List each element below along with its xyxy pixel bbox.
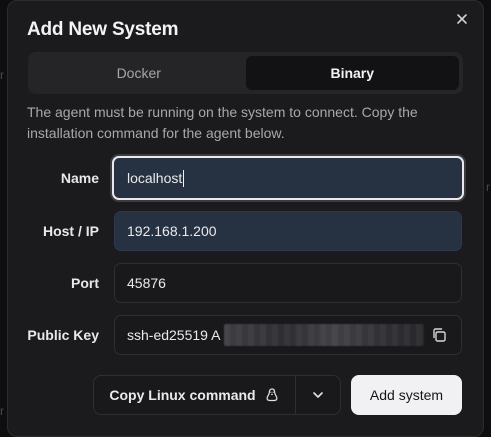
tab-docker[interactable]: Docker [32,56,246,90]
redacted-key-blur [224,324,425,346]
chevron-down-icon [313,392,323,398]
copy-command-label: Copy Linux command [109,387,256,403]
copy-command-menu-button[interactable] [296,376,340,414]
name-label: Name [60,170,99,186]
host-field[interactable]: 192.168.1.200 [114,211,462,251]
text-caret [183,169,185,187]
host-row: Host / IP 192.168.1.200 [8,211,485,251]
linux-tux-icon [266,388,278,402]
backdrop-text: r [0,68,4,82]
port-row: Port 45876 [8,263,485,303]
close-icon[interactable] [454,11,470,27]
host-value: 192.168.1.200 [127,223,217,239]
tab-binary[interactable]: Binary [245,56,459,90]
name-value: localhost [127,170,183,186]
dialog-title: Add New System [27,19,179,40]
public-key-label: Public Key [27,327,99,343]
copy-command-split-button: Copy Linux command [93,375,341,415]
add-system-dialog: Add New System Docker Binary The agent m… [7,0,484,437]
public-key-row: Public Key ssh-ed25519 A [8,315,485,355]
host-label: Host / IP [42,223,99,239]
public-key-field[interactable]: ssh-ed25519 A [114,315,462,355]
port-field[interactable]: 45876 [114,263,462,303]
copy-icon[interactable] [431,327,447,343]
name-field[interactable]: localhost [112,156,464,200]
port-label: Port [71,275,99,291]
add-system-button[interactable]: Add system [351,375,462,415]
name-row: Name localhost [8,156,485,200]
backdrop-text: r [486,180,490,194]
copy-linux-command-button[interactable]: Copy Linux command [94,376,296,414]
dialog-description: The agent must be running on the system … [27,104,418,141]
backdrop-text: r [0,404,4,418]
port-value: 45876 [127,275,166,291]
install-method-tabs: Docker Binary [28,52,463,94]
public-key-value: ssh-ed25519 A [127,327,221,343]
